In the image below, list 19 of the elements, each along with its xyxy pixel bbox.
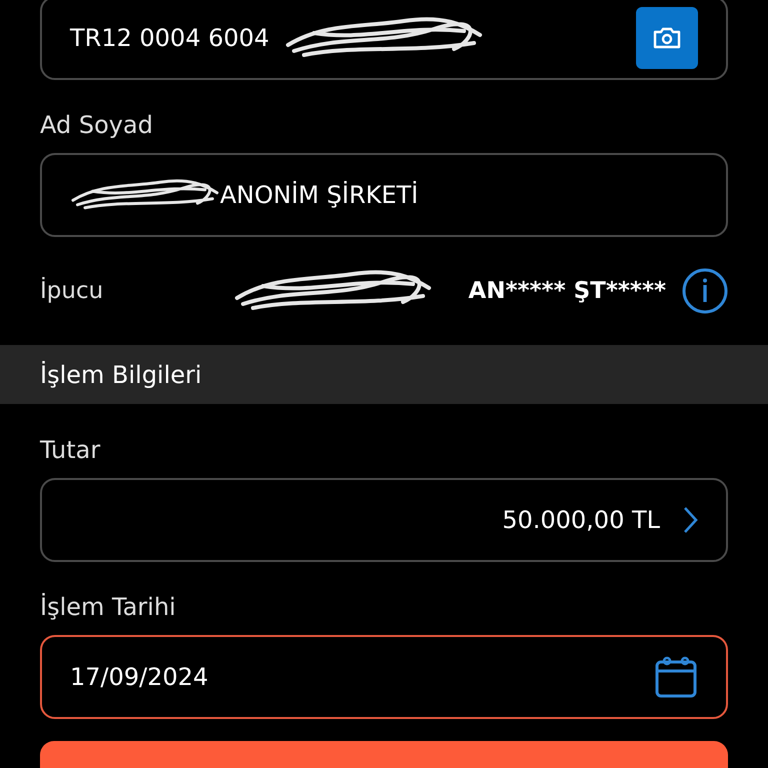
iban-value: TR12 0004 6004 (70, 24, 270, 52)
field-label: Tutar (40, 436, 102, 464)
hint-value: AN***** ŞT***** (468, 278, 666, 304)
calendar-icon[interactable] (654, 655, 698, 699)
name-field[interactable]: ANONİM ŞİRKETİ (40, 153, 728, 237)
section-header: İşlem Bilgileri (0, 345, 768, 404)
iban-field[interactable]: TR12 0004 6004 (40, 0, 728, 80)
date-field[interactable]: 17/09/2024 (40, 635, 728, 719)
field-label: İşlem Tarihi (40, 593, 177, 621)
amount-value: 50.000,00 TL (502, 506, 660, 534)
camera-icon (652, 26, 682, 50)
chevron-right-icon (682, 506, 698, 534)
field-label: Ad Soyad (40, 111, 154, 139)
name-value: ANONİM ŞİRKETİ (220, 181, 418, 209)
amount-field[interactable]: 50.000,00 TL (40, 478, 728, 562)
info-icon[interactable] (682, 268, 728, 314)
date-value: 17/09/2024 (70, 663, 208, 691)
camera-button[interactable] (636, 7, 698, 69)
hint-label: İpucu (40, 278, 104, 304)
